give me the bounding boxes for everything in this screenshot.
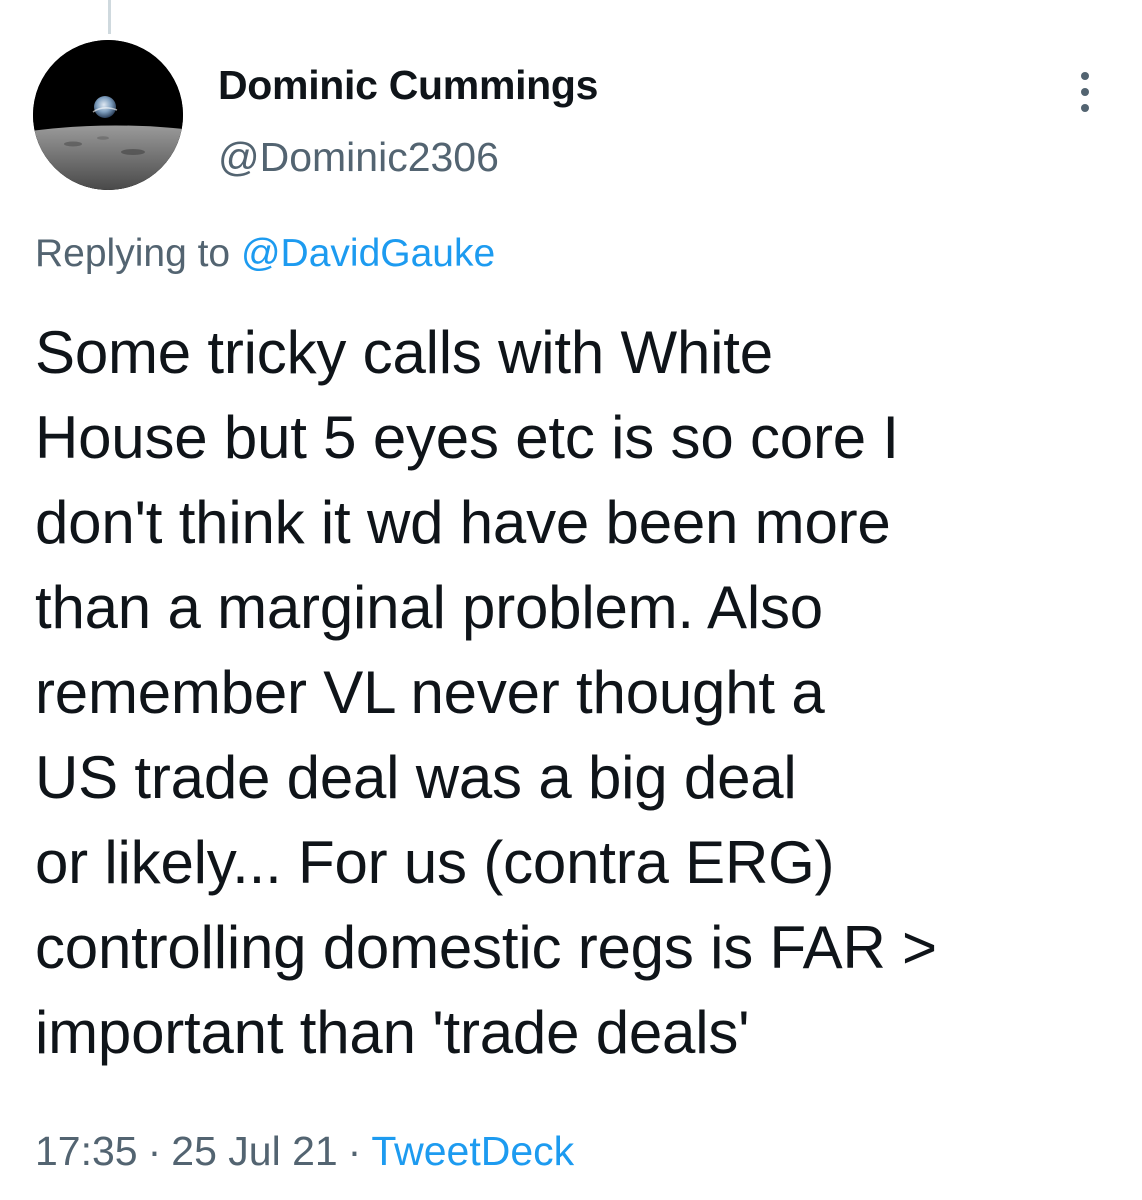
author-handle[interactable]: @Dominic2306 [218, 134, 499, 181]
tweet-time-link[interactable]: 17:35 [35, 1128, 138, 1174]
tweet-text-line: House but 5 eyes etc is so core I [35, 404, 899, 471]
tweet-text-line: important than 'trade deals' [35, 999, 750, 1066]
tweet-text-line: US trade deal was a big deal [35, 744, 797, 811]
replying-prefix: Replying to [35, 232, 231, 275]
tweet-text-line: controlling domestic regs is FAR > [35, 914, 937, 981]
tweet-text-line: or likely... For us (contra ERG) [35, 829, 835, 896]
tweet-date-link[interactable]: 25 Jul 21 [171, 1128, 337, 1174]
tweet-text-line: don't think it wd have been more [35, 489, 891, 556]
replying-to-mention-link[interactable]: @DavidGauke [241, 232, 495, 275]
more-dot [1081, 104, 1089, 112]
more-dot [1081, 88, 1089, 96]
tweet-text-line: Some tricky calls with White [35, 319, 773, 386]
replying-to-line: Replying to @DavidGauke [35, 232, 495, 276]
tweet-metadata: 17:35 · 25 Jul 21 · TweetDeck [35, 1128, 574, 1175]
tweet-source-link[interactable]: TweetDeck [371, 1128, 574, 1174]
tweet-text-line: remember VL never thought a [35, 659, 825, 726]
more-dot [1081, 72, 1089, 80]
separator-dot: · [347, 1128, 362, 1174]
more-options-icon[interactable] [1070, 70, 1100, 114]
thread-connector-line [108, 0, 111, 34]
separator-dot: · [147, 1128, 162, 1174]
author-name[interactable]: Dominic Cummings [218, 62, 598, 109]
tweet-text-line: than a marginal problem. Also [35, 574, 823, 641]
avatar[interactable] [33, 40, 183, 190]
earthrise-avatar-image [33, 40, 183, 190]
tweet-text: Some tricky calls with White House but 5… [35, 310, 1115, 1075]
